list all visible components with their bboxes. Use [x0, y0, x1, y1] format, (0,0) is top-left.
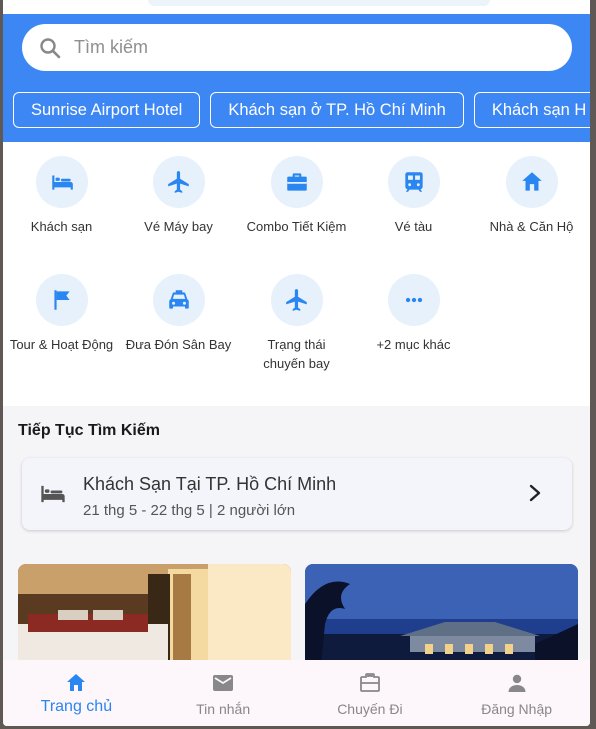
- home-icon: [3, 671, 150, 695]
- service-flight[interactable]: Vé Máy bay: [120, 156, 237, 236]
- quick-chips: Sunrise Airport Hotel Khách sạn ở TP. Hồ…: [13, 92, 590, 130]
- nav-label: Chuyến Đi: [337, 701, 403, 717]
- bottom-navigation: Trang chủ Tin nhắn Chuyến Đi Đăng Nhập: [3, 660, 590, 726]
- home-icon: [505, 156, 558, 208]
- chip-hotels-more[interactable]: Khách sạn H: [473, 92, 590, 128]
- chip-sunrise-airport-hotel[interactable]: Sunrise Airport Hotel: [13, 92, 201, 128]
- service-grid: Khách sạn Vé Máy bay Combo Tiết Kiệm Vé …: [3, 142, 590, 406]
- service-more[interactable]: +2 mục khác: [355, 274, 472, 354]
- recent-search-details: 21 thg 5 - 22 thg 5 | 2 người lớn: [83, 502, 296, 519]
- service-label: Combo Tiết Kiệm: [246, 219, 347, 234]
- service-combo[interactable]: Combo Tiết Kiệm: [238, 156, 355, 236]
- nav-label: Đăng Nhập: [481, 701, 553, 717]
- service-label: Đưa Đón Sân Bay: [125, 337, 232, 352]
- service-hotel[interactable]: Khách sạn: [3, 156, 120, 236]
- chevron-right-icon: [528, 484, 542, 507]
- section-title: Tiếp Tục Tìm Kiếm: [18, 422, 160, 439]
- mail-icon: [150, 671, 297, 695]
- person-icon: [443, 671, 590, 695]
- service-label: Khách sạn: [30, 219, 93, 234]
- service-label: +2 mục khác: [376, 337, 451, 352]
- recent-search-card[interactable]: Khách Sạn Tại TP. Hồ Chí Minh 21 thg 5 -…: [22, 458, 572, 530]
- search-bar[interactable]: [22, 24, 572, 71]
- chip-hotels-hcmc[interactable]: Khách sạn ở TP. Hồ Chí Minh: [210, 92, 464, 128]
- header: Sunrise Airport Hotel Khách sạn ở TP. Hồ…: [3, 0, 590, 142]
- airplane-icon: [152, 156, 205, 208]
- service-label: Vé tàu: [394, 219, 433, 234]
- hotel-photo[interactable]: [18, 564, 291, 674]
- airplane-icon: [270, 274, 323, 326]
- service-home[interactable]: Nhà & Căn Hộ: [473, 156, 590, 236]
- nav-messages[interactable]: Tin nhắn: [150, 660, 297, 726]
- bed-icon: [35, 156, 88, 208]
- nav-login[interactable]: Đăng Nhập: [443, 660, 590, 726]
- top-pill: [148, 0, 490, 6]
- taxi-icon: [152, 274, 205, 326]
- search-input[interactable]: [72, 36, 536, 59]
- search-icon: [38, 36, 62, 60]
- nav-trips[interactable]: Chuyến Đi: [297, 660, 444, 726]
- top-strip: [3, 0, 590, 14]
- bed-icon: [39, 482, 67, 511]
- service-label: Vé Máy bay: [144, 219, 213, 234]
- service-train[interactable]: Vé tàu: [355, 156, 472, 236]
- service-label: Trạng thái chuyến bay: [263, 337, 330, 371]
- service-airport-transfer[interactable]: Đưa Đón Sân Bay: [120, 274, 237, 354]
- briefcase-icon: [297, 671, 444, 695]
- nav-label: Tin nhắn: [196, 701, 251, 717]
- service-flight-status[interactable]: Trạng thái chuyến bay: [238, 274, 355, 373]
- flag-icon: [35, 274, 88, 326]
- recent-search-title: Khách Sạn Tại TP. Hồ Chí Minh: [83, 474, 337, 494]
- nav-home[interactable]: Trang chủ: [3, 660, 150, 726]
- train-icon: [387, 156, 440, 208]
- service-tour[interactable]: Tour & Hoạt Động: [3, 274, 120, 354]
- service-label: Nhà & Căn Hộ: [489, 219, 574, 234]
- briefcase-icon: [270, 156, 323, 208]
- app-frame: Sunrise Airport Hotel Khách sạn ở TP. Hồ…: [3, 0, 590, 726]
- nav-label: Trang chủ: [40, 698, 113, 715]
- more-icon: [387, 274, 440, 326]
- resort-photo[interactable]: [305, 564, 578, 674]
- service-label: Tour & Hoạt Động: [9, 337, 114, 352]
